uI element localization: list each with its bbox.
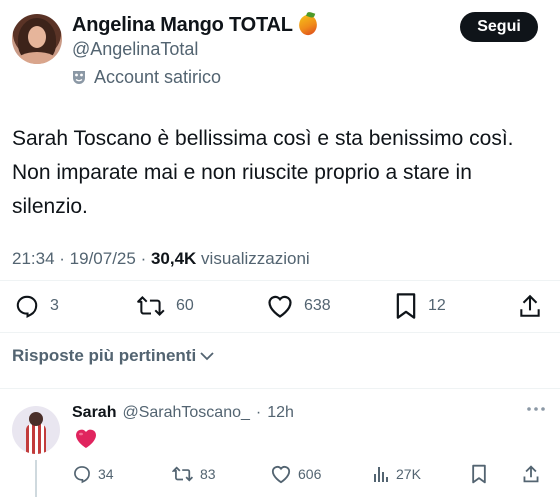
author-handle[interactable]: @AngelinaTotal — [72, 39, 317, 63]
reply-header: Sarah @SarahToscano_ · 12h — [72, 404, 294, 422]
bookmark-icon — [396, 293, 416, 319]
author-display-name[interactable]: Angelina Mango TOTAL — [72, 14, 293, 37]
reply-bookmark-button[interactable] — [470, 462, 488, 486]
replies-sort-label: Risposte più pertinenti — [12, 346, 197, 365]
reply-avatar[interactable] — [12, 406, 60, 454]
like-button[interactable]: 638 — [266, 290, 331, 322]
more-options-icon[interactable] — [526, 406, 546, 412]
bookmark-count: 12 — [428, 297, 446, 314]
meta-separator: · — [54, 249, 70, 268]
heart-icon — [271, 466, 291, 484]
author-info: Angelina Mango TOTAL @AngelinaTotal Acco… — [72, 12, 320, 88]
red-heart-icon — [76, 429, 96, 448]
reply-button[interactable]: 3 — [14, 290, 59, 322]
tweet-meta: 21:34 · 19/07/25 · 30,4K visualizzazioni — [12, 249, 310, 269]
theater-mask-icon — [73, 70, 85, 84]
views-label: visualizzazioni — [196, 249, 310, 268]
reply-repost-count: 83 — [200, 466, 216, 482]
like-count: 638 — [304, 297, 331, 314]
reply-repost-button[interactable]: 83 — [172, 462, 216, 486]
repost-icon — [172, 466, 194, 482]
satire-label-text: Account satirico — [94, 67, 222, 87]
tweet-time[interactable]: 21:34 — [12, 249, 55, 269]
divider — [0, 332, 560, 333]
share-button[interactable] — [518, 290, 542, 322]
bookmark-button[interactable]: 12 — [394, 290, 446, 322]
thread-line — [35, 460, 37, 497]
reply-views-count: 27K — [396, 466, 421, 482]
tweet-text: Sarah Toscano è bellissima così e sta be… — [12, 127, 514, 218]
reply-reply-count: 34 — [98, 466, 114, 482]
tweet-date[interactable]: 19/07/25 — [70, 249, 136, 269]
meta-separator: · — [135, 249, 151, 268]
mango-icon — [295, 12, 320, 38]
reply-icon — [74, 466, 90, 484]
reply-count: 3 — [50, 297, 59, 314]
share-icon — [520, 294, 540, 317]
chevron-down-icon — [200, 352, 214, 361]
follow-button[interactable]: Segui — [460, 12, 538, 42]
reply-item[interactable]: Sarah @SarahToscano_ · 12h 34 83 606 27K — [0, 390, 560, 497]
author-avatar[interactable] — [12, 14, 62, 64]
views-bar-chart-icon — [374, 467, 388, 482]
repost-icon — [137, 295, 165, 317]
reply-author-handle[interactable]: @SarahToscano_ — [122, 404, 249, 422]
repost-count: 60 — [176, 297, 194, 314]
divider — [0, 388, 560, 389]
reply-like-button[interactable]: 606 — [270, 462, 321, 486]
tweet-header: Angelina Mango TOTAL @AngelinaTotal Acco… — [12, 10, 548, 90]
reply-views-button[interactable]: 27K — [372, 462, 421, 486]
tweet-actions: 3 60 638 12 — [14, 290, 546, 322]
bookmark-icon — [472, 464, 486, 484]
views-count[interactable]: 30,4K — [151, 249, 196, 269]
reply-icon — [16, 295, 38, 319]
replies-sort-dropdown[interactable]: Risposte più pertinenti — [12, 346, 214, 366]
share-icon — [523, 465, 539, 483]
reply-share-button[interactable] — [522, 462, 540, 486]
reply-like-count: 606 — [298, 466, 322, 482]
reply-author-name[interactable]: Sarah — [72, 404, 116, 422]
satire-label[interactable]: Account satirico — [72, 67, 317, 88]
repost-button[interactable]: 60 — [136, 290, 194, 322]
divider — [0, 280, 560, 281]
author-name-row[interactable]: Angelina Mango TOTAL — [72, 12, 320, 38]
reply-reply-button[interactable]: 34 — [72, 462, 114, 486]
reply-actions: 34 83 606 27K — [72, 462, 548, 486]
reply-time[interactable]: 12h — [267, 404, 294, 422]
heart-icon — [268, 295, 292, 318]
reply-separator: · — [255, 404, 262, 421]
